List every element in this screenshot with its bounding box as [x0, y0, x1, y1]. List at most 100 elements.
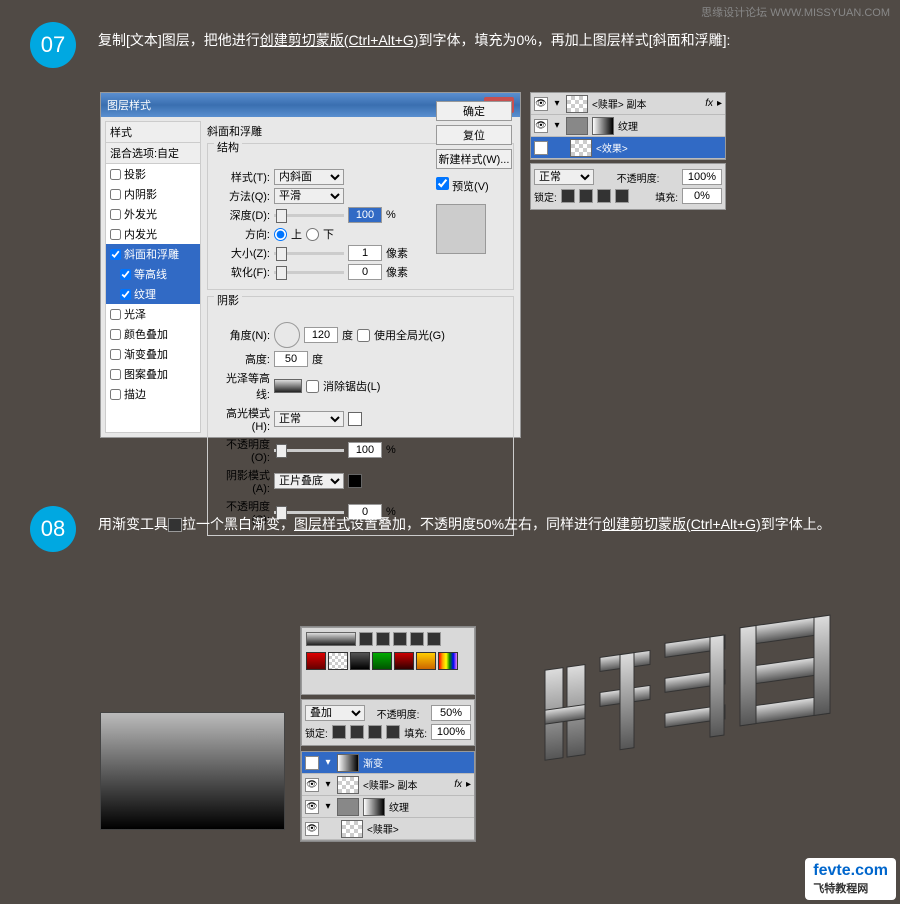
eye-icon[interactable]: 👁 — [534, 119, 548, 133]
chk-coloroverlay[interactable] — [110, 329, 121, 340]
style-texture[interactable]: 纹理 — [106, 284, 200, 304]
style-contour[interactable]: 等高线 — [106, 264, 200, 284]
eye-icon[interactable]: 👁 — [305, 800, 319, 814]
lock-pixels-icon[interactable] — [579, 189, 593, 203]
chk-stroke[interactable] — [110, 389, 121, 400]
eye-icon[interactable]: 👁 — [534, 97, 548, 111]
preset-dark[interactable] — [350, 652, 370, 670]
soften-input[interactable] — [348, 264, 382, 280]
layer2-gradient[interactable]: 👁▾渐变 — [302, 752, 474, 774]
angle-wheel[interactable] — [274, 322, 300, 348]
layer2-texture[interactable]: 👁▾纹理 — [302, 796, 474, 818]
blend-mode-select[interactable]: 正常 — [534, 169, 594, 185]
style-patternoverlay[interactable]: 图案叠加 — [106, 364, 200, 384]
cancel-button[interactable]: 复位 — [436, 125, 512, 145]
depth-input[interactable] — [348, 207, 382, 223]
angle-gradient-icon[interactable] — [393, 632, 407, 646]
eye-icon[interactable]: 👁 — [534, 141, 548, 155]
shadow-color[interactable] — [348, 474, 362, 488]
global-light-chk[interactable] — [357, 329, 370, 342]
layer-row-texture[interactable]: 👁▾纹理 — [531, 115, 725, 137]
highlight-color[interactable] — [348, 412, 362, 426]
preset-rainbow[interactable] — [438, 652, 458, 670]
depth-slider[interactable] — [274, 214, 344, 217]
styles-header[interactable]: 样式 — [106, 122, 200, 143]
style-outerglow[interactable]: 外发光 — [106, 204, 200, 224]
fill-input-2[interactable] — [431, 724, 471, 740]
hl-opacity-input[interactable] — [348, 442, 382, 458]
blend-mode-select-2[interactable]: 叠加 — [305, 705, 365, 721]
layer-thumb[interactable] — [570, 139, 592, 157]
hl-opacity-slider[interactable] — [274, 449, 344, 452]
altitude-input[interactable] — [274, 351, 308, 367]
fill-input[interactable] — [682, 188, 722, 204]
ok-button[interactable]: 确定 — [436, 101, 512, 121]
lock-position-icon[interactable] — [368, 725, 382, 739]
lock-position-icon[interactable] — [597, 189, 611, 203]
method-select[interactable]: 平滑 — [274, 188, 344, 204]
new-style-button[interactable]: 新建样式(W)... — [436, 149, 512, 169]
lock-all-icon[interactable] — [615, 189, 629, 203]
preset-green[interactable] — [372, 652, 392, 670]
lock-transparency-icon[interactable] — [561, 189, 575, 203]
chk-texture[interactable] — [120, 289, 131, 300]
layer-row-effect[interactable]: 👁<效果> — [531, 137, 725, 159]
chk-bevel[interactable] — [110, 249, 121, 260]
linear-gradient-icon[interactable] — [359, 632, 373, 646]
layer-row-copy[interactable]: 👁▾<赎罪> 副本fx▸ — [531, 93, 725, 115]
layer-thumb[interactable] — [566, 95, 588, 113]
radial-gradient-icon[interactable] — [376, 632, 390, 646]
gradient-preview[interactable] — [306, 632, 356, 646]
shadow-mode-select[interactable]: 正片叠底 — [274, 473, 344, 489]
reflected-gradient-icon[interactable] — [410, 632, 424, 646]
chk-innerglow[interactable] — [110, 229, 121, 240]
preset-orange[interactable] — [416, 652, 436, 670]
layer-thumb[interactable] — [337, 798, 359, 816]
style-stroke[interactable]: 描边 — [106, 384, 200, 404]
size-input[interactable] — [348, 245, 382, 261]
dir-up-radio[interactable] — [274, 228, 287, 241]
layer-mask[interactable] — [363, 798, 385, 816]
highlight-select[interactable]: 正常 — [274, 411, 344, 427]
style-select[interactable]: 内斜面 — [274, 169, 344, 185]
layer2-copy[interactable]: 👁▾<赎罪> 副本fx▸ — [302, 774, 474, 796]
layer-thumb[interactable] — [337, 776, 359, 794]
opacity-input[interactable] — [682, 169, 722, 185]
eye-icon[interactable]: 👁 — [305, 756, 319, 770]
chk-outerglow[interactable] — [110, 209, 121, 220]
blend-options[interactable]: 混合选项:自定 — [106, 143, 200, 164]
chk-contour[interactable] — [120, 269, 131, 280]
style-gradoverlay[interactable]: 渐变叠加 — [106, 344, 200, 364]
eye-icon[interactable]: 👁 — [305, 778, 319, 792]
preset-darkred[interactable] — [394, 652, 414, 670]
style-innerglow[interactable]: 内发光 — [106, 224, 200, 244]
layer2-base[interactable]: 👁<赎罪> — [302, 818, 474, 840]
fx-icon[interactable]: fx — [454, 779, 462, 790]
fx-icon[interactable]: fx — [705, 98, 713, 109]
layer-thumb[interactable] — [341, 820, 363, 838]
preset-red[interactable] — [306, 652, 326, 670]
size-slider[interactable] — [274, 252, 344, 255]
style-satin[interactable]: 光泽 — [106, 304, 200, 324]
style-coloroverlay[interactable]: 颜色叠加 — [106, 324, 200, 344]
dir-down-radio[interactable] — [306, 228, 319, 241]
style-bevel[interactable]: 斜面和浮雕 — [106, 244, 200, 264]
layer-mask[interactable] — [592, 117, 614, 135]
diamond-gradient-icon[interactable] — [427, 632, 441, 646]
gloss-contour[interactable] — [274, 379, 302, 393]
layer-thumb[interactable] — [337, 754, 359, 772]
soften-slider[interactable] — [274, 271, 344, 274]
chk-patternoverlay[interactable] — [110, 369, 121, 380]
chk-satin[interactable] — [110, 309, 121, 320]
preview-chk[interactable] — [436, 177, 449, 190]
lock-pixels-icon[interactable] — [350, 725, 364, 739]
style-innershadow[interactable]: 内阴影 — [106, 184, 200, 204]
chk-gradoverlay[interactable] — [110, 349, 121, 360]
chk-innershadow[interactable] — [110, 189, 121, 200]
chk-dropshadow[interactable] — [110, 169, 121, 180]
layer-thumb[interactable] — [566, 117, 588, 135]
angle-input[interactable] — [304, 327, 338, 343]
lock-transparency-icon[interactable] — [332, 725, 346, 739]
antialias-chk[interactable] — [306, 380, 319, 393]
style-dropshadow[interactable]: 投影 — [106, 164, 200, 184]
